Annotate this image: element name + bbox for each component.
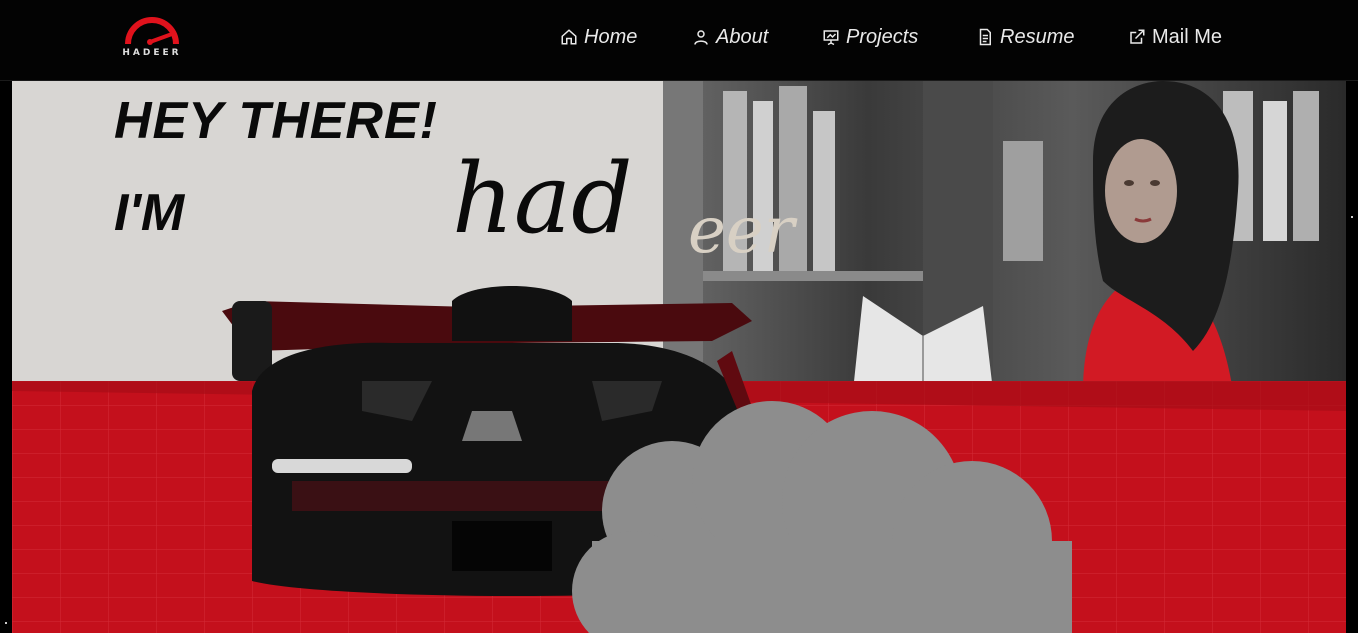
intro-heading: I'M [114, 184, 185, 242]
logo-icon [125, 17, 179, 45]
edge-marker-right [1351, 216, 1353, 218]
greeting-heading: HEY THERE! [114, 92, 438, 150]
nav-home-label: Home [584, 25, 638, 48]
nav-about-label: About [716, 25, 769, 48]
logo-text: HADEER [122, 48, 182, 58]
nav-mail-me[interactable]: Mail Me [1128, 24, 1222, 50]
user-icon [694, 30, 708, 45]
nav-mail-me-label: Mail Me [1152, 25, 1223, 48]
nav-home[interactable]: Home [560, 24, 637, 50]
open-book-image [853, 296, 993, 391]
nav-projects[interactable]: Projects [822, 24, 918, 50]
hero-section: HEY THERE! I'M had eer [12, 81, 1346, 633]
site-logo[interactable]: HADEER [120, 14, 184, 64]
name-part-light: eer [688, 194, 795, 268]
document-icon [979, 28, 991, 46]
edge-marker-left [5, 622, 7, 624]
nav-about[interactable]: About [692, 24, 768, 50]
nav-resume-label: Resume [1000, 25, 1075, 48]
external-link-icon [1130, 29, 1145, 44]
navbar: HADEER Home About Projects Resume Mail M… [0, 0, 1358, 81]
presentation-icon [823, 30, 839, 46]
home-icon [561, 29, 577, 45]
nav-resume[interactable]: Resume [976, 24, 1074, 50]
smoke-cloud [572, 401, 1072, 633]
name-part-dark: had [452, 143, 633, 255]
person-figure [1083, 81, 1239, 391]
nav-projects-label: Projects [846, 25, 919, 48]
